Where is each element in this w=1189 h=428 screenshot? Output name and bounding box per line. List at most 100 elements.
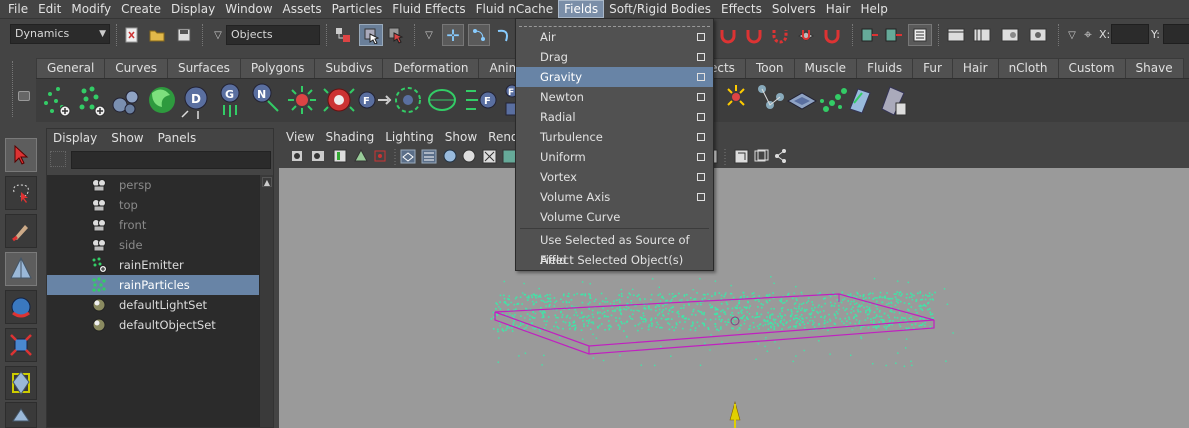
particle-burst-icon[interactable] <box>727 85 745 106</box>
wireframe-icon[interactable] <box>400 149 416 164</box>
input-ops-icon[interactable] <box>860 25 880 45</box>
newton-field-icon[interactable]: N <box>252 83 279 112</box>
option-box-icon[interactable] <box>697 173 705 181</box>
volume-axis-icon[interactable] <box>428 89 456 111</box>
outliner-item-side[interactable]: side <box>47 235 259 255</box>
menu-assets[interactable]: Assets <box>278 0 327 18</box>
soft-mod-tool-icon[interactable] <box>5 402 37 428</box>
fields-menu-item-newton[interactable]: Newton <box>516 87 713 107</box>
fields-menu-item-vortex[interactable]: Vortex <box>516 167 713 187</box>
menu-soft-rigid-bodies[interactable]: Soft/Rigid Bodies <box>604 0 716 18</box>
fields-menu-item-gravity[interactable]: Gravity <box>516 67 713 87</box>
shelf-tab-general[interactable]: General <box>36 58 106 78</box>
backface-icon[interactable] <box>734 149 749 164</box>
x-ray-icon[interactable] <box>482 149 497 164</box>
scale-tool-icon[interactable] <box>5 328 37 362</box>
vortex-field-icon[interactable] <box>395 87 421 113</box>
option-box-icon[interactable] <box>697 153 705 161</box>
render-frame-icon[interactable] <box>946 25 966 45</box>
option-box-icon[interactable] <box>697 133 705 141</box>
viewport-menu-view[interactable]: View <box>286 130 314 144</box>
select-hierarchy-icon[interactable] <box>333 25 353 45</box>
fields-menu-item-radial[interactable]: Radial <box>516 107 713 127</box>
shelf-tab-ncloth[interactable]: nCloth <box>997 58 1059 78</box>
particle-tool-icon[interactable] <box>79 86 106 117</box>
shelf-tab-shave[interactable]: Shave <box>1124 58 1184 78</box>
rigid-body-icon[interactable] <box>849 88 871 114</box>
turbulence-field-icon[interactable] <box>323 88 355 112</box>
shelf-tab-polygons[interactable]: Polygons <box>239 58 316 78</box>
shelf-tab-surfaces[interactable]: Surfaces <box>166 58 241 78</box>
menu-fluid-effects[interactable]: Fluid Effects <box>387 0 470 18</box>
snap-curve-icon[interactable] <box>468 24 490 46</box>
menu-create[interactable]: Create <box>116 0 166 18</box>
absolute-transform-icon[interactable]: ⌖ <box>1078 25 1098 45</box>
snap-point-icon[interactable] <box>494 25 514 45</box>
bookmark-icon[interactable] <box>333 149 347 163</box>
viewport-menu-show[interactable]: Show <box>445 130 477 144</box>
move-tool-icon[interactable] <box>5 252 37 286</box>
filter-icon[interactable] <box>50 151 66 167</box>
fields-menu-item-turbulence[interactable]: Turbulence <box>516 127 713 147</box>
spring-icon[interactable] <box>820 88 847 112</box>
menu-file[interactable]: File <box>3 0 33 18</box>
textured-icon[interactable] <box>462 149 476 163</box>
magnet-icon[interactable] <box>744 25 764 45</box>
x-field[interactable] <box>1111 24 1149 44</box>
fields-menu-item-uniform[interactable]: Uniform <box>516 147 713 167</box>
viewport-menu-shading[interactable]: Shading <box>325 130 374 144</box>
shelf-menu-icon[interactable] <box>18 91 30 101</box>
radial-field-icon[interactable] <box>288 86 316 114</box>
outliner-item-persp[interactable]: persp <box>47 175 259 195</box>
snap-plane-icon[interactable] <box>796 25 816 45</box>
fields-menu-item-air[interactable]: Air <box>516 27 713 47</box>
outliner-item-top[interactable]: top <box>47 195 259 215</box>
menu-fluid-ncache[interactable]: Fluid nCache <box>471 0 559 18</box>
menu-help[interactable]: Help <box>855 0 892 18</box>
select-object-icon[interactable] <box>359 24 383 46</box>
outliner-menu-display[interactable]: Display <box>53 131 97 145</box>
perspective-viewport[interactable] <box>279 168 1189 428</box>
outliner-menu-show[interactable]: Show <box>111 131 143 145</box>
outliner-scrollbar[interactable]: ▲ <box>259 175 273 427</box>
fields-menu-item-use-selected-as-source-of-field[interactable]: Use Selected as Source of Field <box>516 230 713 267</box>
rotate-tool-icon[interactable] <box>5 290 37 324</box>
selection-mode-dropdown[interactable]: Objects <box>226 25 320 45</box>
menu-hair[interactable]: Hair <box>821 0 856 18</box>
snap-grid-icon[interactable]: ✛ <box>442 24 464 46</box>
select-component-icon[interactable] <box>386 25 406 45</box>
option-box-icon[interactable] <box>697 93 705 101</box>
scroll-up-icon[interactable]: ▲ <box>262 177 272 187</box>
resolution-gate-icon[interactable] <box>754 149 769 162</box>
air-field-icon[interactable]: F <box>466 90 497 110</box>
fields-menu-item-drag[interactable]: Drag <box>516 47 713 67</box>
shelf-tab-fur[interactable]: Fur <box>912 58 953 78</box>
outliner-item-defaultlightset[interactable]: defaultLightSet <box>47 295 259 315</box>
new-scene-icon[interactable] <box>122 25 142 45</box>
uniform-field-icon[interactable]: F <box>358 91 392 109</box>
magnet-icon[interactable] <box>770 25 790 45</box>
option-box-icon[interactable] <box>697 113 705 121</box>
soft-body-icon[interactable] <box>786 92 818 110</box>
ipr-render-icon[interactable] <box>972 25 992 45</box>
chevron-down-icon[interactable]: ▽ <box>419 25 439 45</box>
magnet-icon[interactable] <box>718 25 738 45</box>
shelf-tab-curves[interactable]: Curves <box>104 58 168 78</box>
image-plane-icon[interactable] <box>354 148 368 162</box>
shelf-tab-subdivs[interactable]: Subdivs <box>314 58 384 78</box>
output-ops-icon[interactable] <box>884 25 904 45</box>
shelf-tab-deformation[interactable]: Deformation <box>382 58 480 78</box>
chevron-down-icon[interactable]: ▽ <box>208 25 228 45</box>
select-tool-icon[interactable] <box>5 138 37 172</box>
menu-effects[interactable]: Effects <box>716 0 767 18</box>
magnet-icon[interactable] <box>822 25 842 45</box>
rigid-solver-icon[interactable] <box>881 86 907 116</box>
particle-spheres-icon[interactable] <box>112 90 139 115</box>
shelf-tab-hair[interactable]: Hair <box>951 58 999 78</box>
render-settings-icon[interactable] <box>1000 25 1020 45</box>
share-icon[interactable] <box>775 149 786 163</box>
grid-toggle-icon[interactable] <box>374 150 386 162</box>
outliner-item-front[interactable]: front <box>47 215 259 235</box>
smooth-shade-icon[interactable] <box>421 149 437 164</box>
create-emitter-icon[interactable] <box>44 87 71 117</box>
